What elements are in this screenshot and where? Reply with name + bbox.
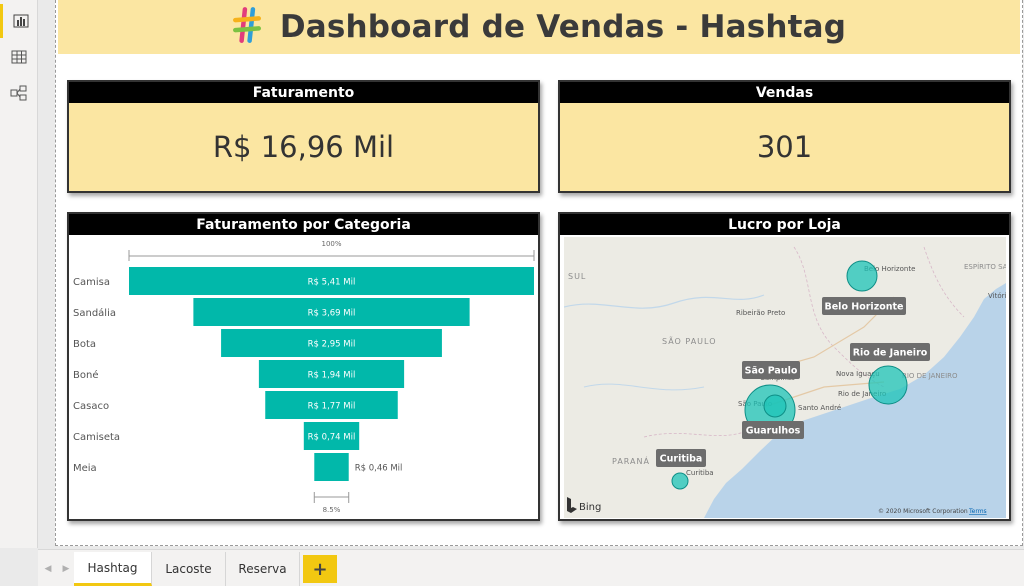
funnel-category-label: Bota (73, 339, 96, 350)
map-label-rio-de-janeiro-state: RIO DE JANEIRO (902, 372, 958, 380)
bing-brand-text: Bing (579, 502, 601, 513)
report-view-icon (13, 14, 29, 28)
funnel-category-label: Meia (73, 463, 97, 474)
vendas-card[interactable]: Vendas 301 (558, 80, 1011, 193)
funnel-chart-card[interactable]: Faturamento por Categoria 100% Camisa R$ … (67, 212, 540, 521)
map-bubble-rio-de-janeiro[interactable] (868, 365, 908, 405)
map-bubble-curitiba[interactable] (671, 472, 689, 490)
plus-icon: + (312, 558, 328, 580)
model-view-icon (10, 85, 28, 101)
report-canvas: Dashboard de Vendas - Hashtag Faturament… (55, 0, 1023, 546)
report-header: Dashboard de Vendas - Hashtag (58, 0, 1020, 54)
data-view-icon (11, 50, 27, 64)
funnel-value-label: R$ 1,94 Mil (308, 371, 356, 381)
map-store-label-rio-de-janeiro: Rio de Janeiro (853, 348, 928, 359)
model-view-button[interactable] (0, 76, 38, 110)
funnel-value-label: R$ 0,74 Mil (308, 433, 356, 443)
funnel-value-label: R$ 1,77 Mil (308, 402, 356, 412)
funnel-category-label: Casaco (73, 401, 109, 412)
store-profit-map[interactable]: SUL SÃO PAULO PARANÁ ESPÍRITO SANTO RIO … (564, 237, 1006, 518)
map-label-santo-andre: Santo André (798, 404, 841, 412)
map-label-curitiba: Curitiba (686, 469, 714, 477)
hashtag-logo (232, 5, 262, 49)
page-tab-bar: ◀ ▶ Hashtag Lacoste Reserva + (38, 549, 1024, 586)
view-rail (0, 0, 38, 548)
map-copyright: © 2020 Microsoft Corporation (878, 508, 968, 515)
chevron-right-icon: ▶ (62, 563, 70, 574)
map-label-sao-paulo-state: SÃO PAULO (662, 336, 717, 346)
tab-lacoste[interactable]: Lacoste (152, 552, 226, 586)
funnel-chart: 100% Camisa R$ 5,41 Mil Sandália R$ 3,69 Mi… (73, 240, 535, 514)
funnel-value-label: R$ 5,41 Mil (308, 278, 356, 288)
map-label-parana: PARANÁ (612, 455, 650, 466)
map-store-label-curitiba: Curitiba (660, 454, 703, 465)
page-title: Dashboard de Vendas - Hashtag (279, 9, 847, 45)
data-view-button[interactable] (0, 40, 38, 74)
powerbi-app: Dashboard de Vendas - Hashtag Faturament… (0, 0, 1024, 586)
funnel-category-label: Camiseta (73, 432, 120, 443)
vendas-value: 301 (756, 130, 813, 164)
vendas-card-title: Vendas (560, 82, 1009, 103)
map-label-espirito-santo: ESPÍRITO SANTO (964, 262, 1006, 271)
map-store-label-sao-paulo: São Paulo (745, 366, 798, 377)
funnel-bar-6[interactable] (314, 453, 349, 481)
map-bubble-guarulhos[interactable] (763, 394, 787, 418)
tab-lacoste-label: Lacoste (165, 562, 212, 576)
funnel-chart-title: Faturamento por Categoria (69, 214, 538, 235)
funnel-category-label: Sandália (73, 307, 116, 319)
tab-scroll-right-button[interactable]: ▶ (58, 550, 74, 586)
funnel-category-label: Boné (73, 369, 98, 381)
funnel-value-label: R$ 2,95 Mil (308, 340, 356, 350)
funnel-top-label: 100% (321, 240, 341, 248)
map-store-label-guarulhos: Guarulhos (746, 426, 801, 437)
map-label-sul: SUL (568, 272, 586, 281)
map-label-ribeirao-preto: Ribeirão Preto (736, 309, 785, 317)
tab-scroll-left-button[interactable]: ◀ (40, 550, 56, 586)
map-store-label-belo-horizonte: Belo Horizonte (825, 302, 904, 313)
tab-hashtag[interactable]: Hashtag (74, 552, 152, 586)
map-label-vitoria: Vitória (988, 292, 1006, 300)
map-terms-link[interactable]: Terms (968, 508, 987, 515)
funnel-bottom-label: 8.5% (323, 506, 341, 514)
map-card[interactable]: Lucro por Loja SUL SÃO PAULO PARANÁ ESPÍ… (558, 212, 1011, 521)
funnel-bars: Camisa R$ 5,41 Mil Sandália R$ 3,69 Mil Bota… (73, 267, 534, 481)
funnel-value-label: R$ 0,46 Mil (355, 464, 403, 474)
funnel-value-label: R$ 3,69 Mil (308, 309, 356, 319)
chevron-left-icon: ◀ (44, 563, 52, 574)
faturamento-card[interactable]: Faturamento R$ 16,96 Mil (67, 80, 540, 193)
faturamento-card-title: Faturamento (69, 82, 538, 103)
tab-reserva[interactable]: Reserva (226, 552, 300, 586)
report-view-button[interactable] (0, 4, 38, 38)
tab-reserva-label: Reserva (238, 562, 287, 576)
faturamento-value: R$ 16,96 Mil (212, 130, 395, 164)
add-page-button[interactable]: + (303, 555, 337, 583)
map-bubble-belo-horizonte[interactable] (846, 260, 878, 292)
map-title: Lucro por Loja (560, 214, 1009, 235)
tab-hashtag-label: Hashtag (87, 560, 138, 575)
funnel-category-label: Camisa (73, 277, 110, 288)
